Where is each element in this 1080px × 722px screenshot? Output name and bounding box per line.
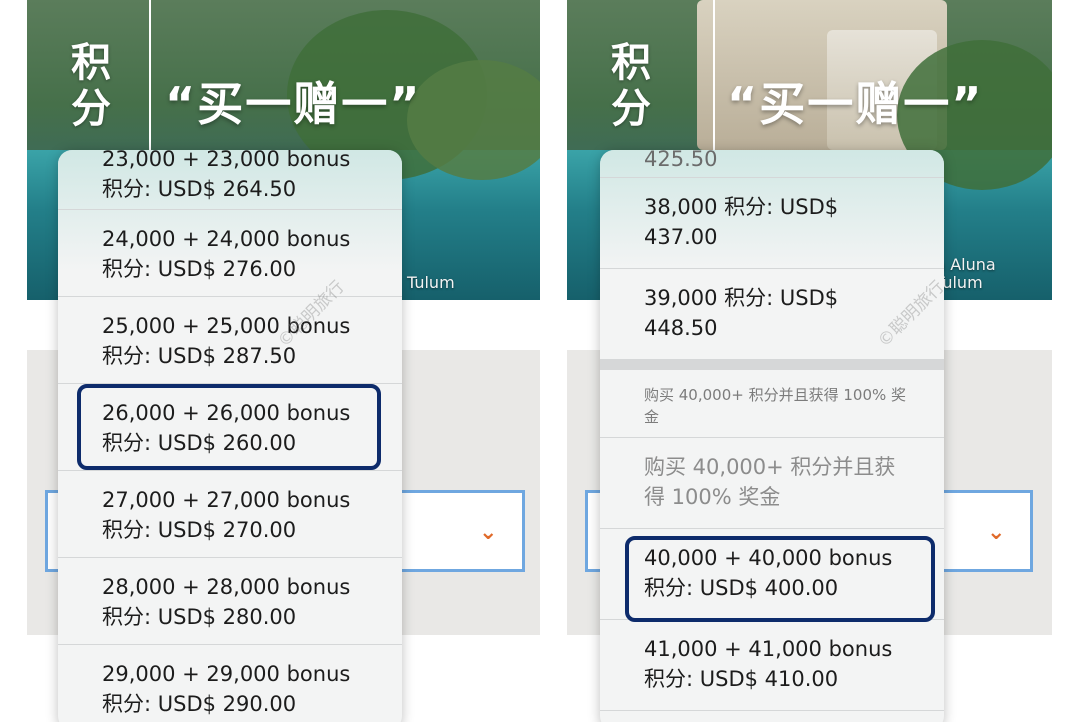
picker-option[interactable]: 24,000 + 24,000 bonus 积分: USD$ 276.00 xyxy=(58,210,402,297)
left-screenshot-panel: 积分 “买一赠一” Tulum ⌄ 23,000 + 23,000 bonus … xyxy=(27,0,540,722)
picker-group-header: 购买 40,000+ 积分并且获得 100% 奖金 xyxy=(600,370,944,438)
right-screenshot-panel: 积分 “买一赠一” n Aluna Tulum ⌄ 425.50 38,000 … xyxy=(567,0,1052,722)
points-package-picker[interactable]: 23,000 + 23,000 bonus 积分: USD$ 264.50 24… xyxy=(58,150,402,722)
chevron-down-icon: ⌄ xyxy=(987,520,1006,545)
picker-option[interactable]: 29,000 + 29,000 bonus 积分: USD$ 290.00 xyxy=(58,645,402,722)
picker-option[interactable]: 23,000 + 23,000 bonus 积分: USD$ 264.50 xyxy=(58,150,402,210)
chevron-down-icon: ⌄ xyxy=(479,520,498,545)
picker-option[interactable]: 28,000 + 28,000 bonus 积分: USD$ 280.00 xyxy=(58,558,402,645)
picker-option[interactable]: 25,000 + 25,000 bonus 积分: USD$ 287.50 xyxy=(58,297,402,384)
points-label: 积分 xyxy=(71,40,111,132)
picker-option-selected[interactable]: 40,000 + 40,000 bonus 积分: USD$ 400.00 xyxy=(600,529,944,620)
title-divider xyxy=(713,0,715,160)
promo-title: “买一赠一” xyxy=(165,77,422,131)
picker-option-disabled: 购买 40,000+ 积分并且获得 100% 奖金 xyxy=(600,438,944,529)
group-separator xyxy=(600,360,944,370)
picker-option-cutoff[interactable]: 425.50 xyxy=(600,150,944,178)
picker-option[interactable]: 38,000 积分: USD$ 437.00 xyxy=(600,178,944,269)
picker-option[interactable]: 27,000 + 27,000 bonus 积分: USD$ 270.00 xyxy=(58,471,402,558)
hotel-caption: n Aluna Tulum xyxy=(935,255,996,292)
picker-option[interactable]: 39,000 积分: USD$ 448.50 xyxy=(600,269,944,360)
points-label: 积分 xyxy=(611,40,651,132)
picker-option[interactable]: 41,000 + 41,000 bonus 积分: USD$ 410.00 xyxy=(600,620,944,711)
picker-option-selected[interactable]: 26,000 + 26,000 bonus 积分: USD$ 260.00 xyxy=(58,384,402,471)
title-divider xyxy=(149,0,151,160)
hotel-caption: Tulum xyxy=(407,273,455,292)
points-package-picker[interactable]: 425.50 38,000 积分: USD$ 437.00 39,000 积分:… xyxy=(600,150,944,722)
promo-title: “买一赠一” xyxy=(727,77,984,131)
